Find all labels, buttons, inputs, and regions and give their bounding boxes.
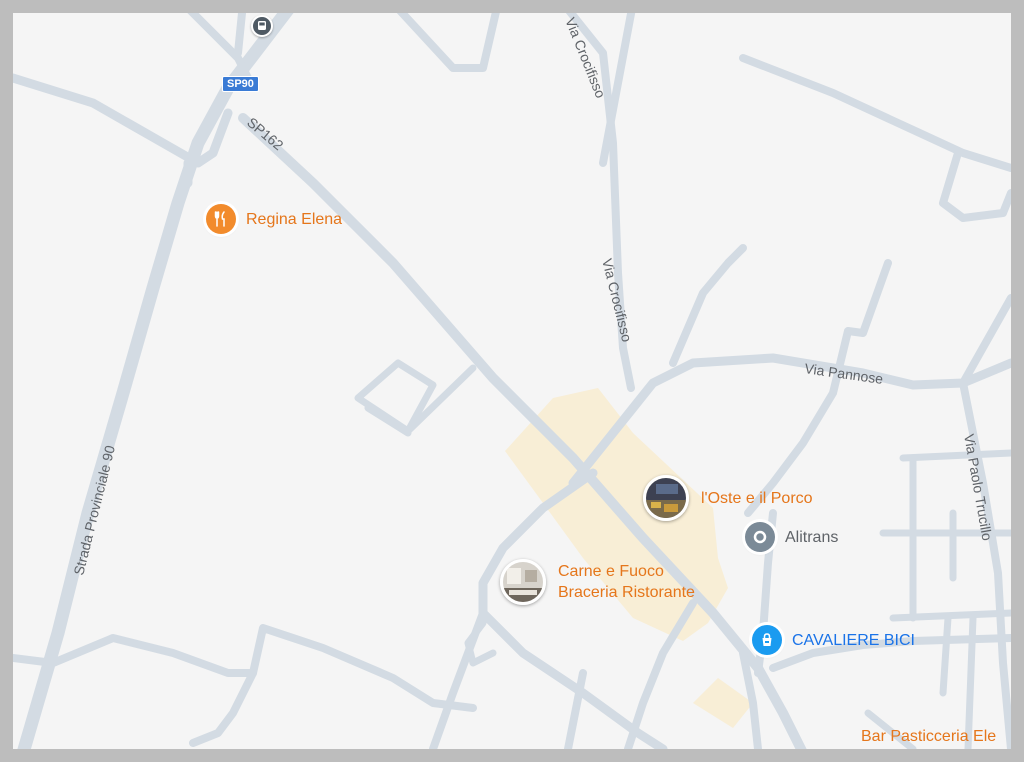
photo-thumbnail (500, 559, 546, 605)
poi-regina-elena[interactable]: Regina Elena (206, 204, 342, 234)
poi-label: Bar Pasticceria Ele (861, 728, 997, 745)
road-label-strada-provinciale-90: Strada Provinciale 90 (70, 444, 118, 577)
restaurant-icon (206, 204, 236, 234)
poi-label-group: Carne e Fuoco Braceria Ristorante (558, 561, 695, 603)
shopping-bag-icon (752, 625, 782, 655)
poi-carne-fuoco[interactable]: Carne e Fuoco Braceria Ristorante (500, 559, 695, 605)
poi-label: Regina Elena (246, 210, 343, 228)
bus-stop-icon[interactable] (251, 15, 273, 37)
poi-cavaliere-bici[interactable]: CAVALIERE BICI (752, 625, 915, 655)
poi-alitrans[interactable]: Alitrans (745, 522, 838, 552)
road (669, 244, 747, 367)
poi-label-line1: Carne e Fuoco (558, 563, 664, 580)
road (939, 614, 952, 697)
road (364, 404, 412, 437)
map-canvas[interactable]: SP162 Strada Provinciale 90 Via Crocifis… (13, 13, 1011, 749)
poi-label-line2: Braceria Ristorante (558, 584, 695, 601)
location-pin-icon (745, 522, 775, 552)
road-label-via-paolo-trucillo: Via Paolo Trucillo (961, 433, 996, 542)
road (889, 609, 1011, 622)
road (899, 449, 1011, 462)
poi-oste-porco[interactable]: l'Oste e il Porco (643, 475, 813, 521)
poi-label: Alitrans (785, 528, 839, 546)
poi-bar-pasticceria[interactable]: Bar Pasticceria Ele (861, 726, 996, 747)
bus-glyph-icon (258, 21, 266, 30)
road-label-sp162: SP162 (244, 114, 287, 153)
road (234, 13, 247, 57)
route-shield-sp90: SP90 (222, 76, 259, 92)
road (464, 619, 497, 667)
poi-label: CAVALIERE BICI (792, 631, 915, 649)
road (396, 13, 500, 72)
poi-label: l'Oste e il Porco (701, 489, 813, 507)
photo-thumbnail (643, 475, 689, 521)
road-label-via-crocifisso-mid: Via Crocifisso (599, 257, 635, 344)
road (189, 669, 257, 747)
highlight-area (693, 678, 753, 728)
road (739, 54, 1011, 172)
